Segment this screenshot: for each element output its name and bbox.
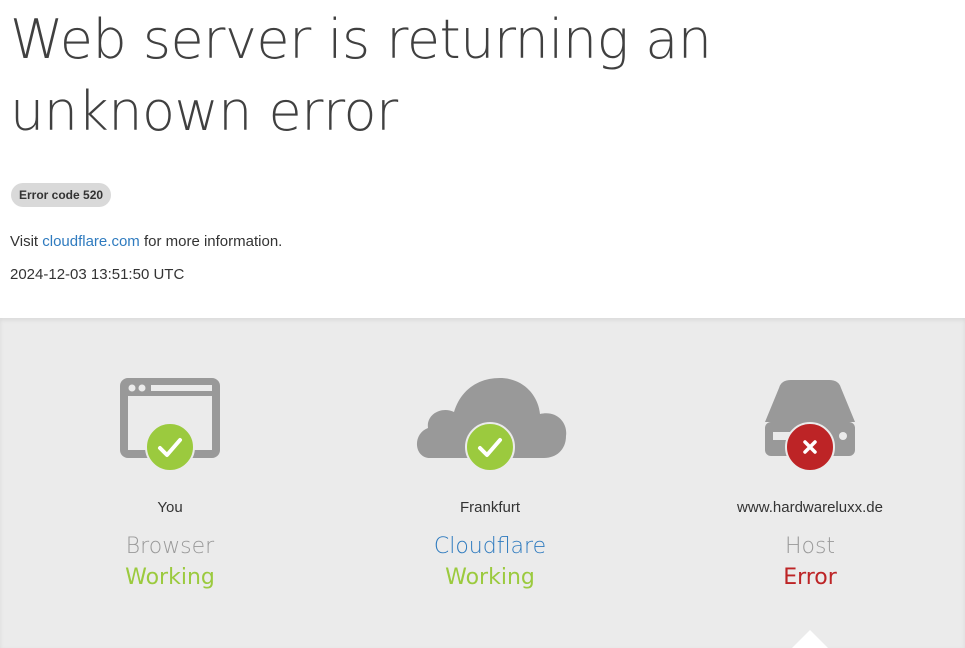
- browser-state: Working: [125, 565, 215, 590]
- x-icon: [785, 422, 835, 472]
- cloudflare-service-link[interactable]: Cloudflare: [330, 532, 650, 562]
- checkmark-icon: [145, 422, 195, 472]
- host-state: Error: [783, 565, 837, 590]
- status-browser: You Browser Working: [10, 318, 330, 648]
- info-prefix: Visit: [10, 233, 43, 250]
- cloudflare-link[interactable]: cloudflare.com: [42, 233, 140, 250]
- timestamp: 2024-12-03 13:51:50 UTC: [10, 266, 185, 283]
- error-pointer-caret: [792, 630, 828, 648]
- status-cloudflare: Frankfurt Cloudflare Working: [330, 318, 650, 648]
- status-host: www.hardwareluxx.de Host Error: [650, 318, 965, 648]
- cloudflare-state: Working: [445, 565, 535, 590]
- browser-service-label: Browser: [125, 534, 215, 559]
- error-header: Web server is returning an unknown error…: [0, 0, 965, 318]
- page-title: Web server is returning an unknown error: [10, 8, 712, 143]
- cloud-icon: [330, 370, 650, 500]
- browser-window-icon: [10, 370, 330, 500]
- status-section: You Browser Working Frankfurt Cloudflare…: [0, 318, 965, 648]
- server-drive-icon: [650, 370, 965, 500]
- host-location: www.hardwareluxx.de: [737, 499, 883, 516]
- browser-location: You: [157, 499, 183, 516]
- info-line: Visit cloudflare.com for more informatio…: [10, 233, 282, 251]
- cloudflare-location: Frankfurt: [459, 499, 520, 516]
- error-code-badge: Error code 520: [11, 183, 112, 207]
- host-service-label: Host: [784, 534, 836, 559]
- checkmark-icon: [465, 422, 515, 472]
- info-suffix: for more information.: [139, 233, 283, 250]
